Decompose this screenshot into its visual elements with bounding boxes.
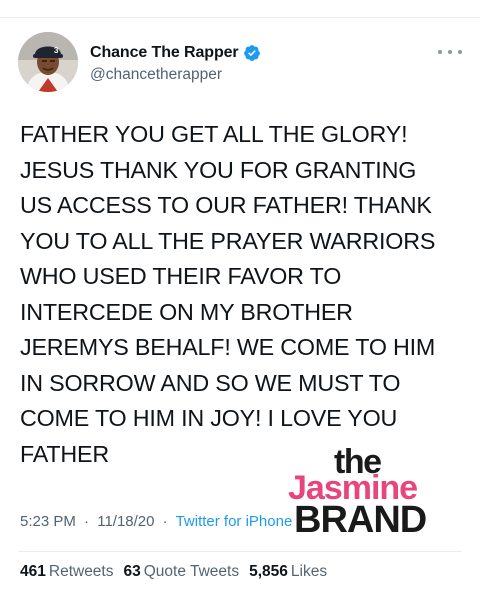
tweet-time[interactable]: 5:23 PM xyxy=(20,513,76,530)
likes-stat[interactable]: 5,856 Likes xyxy=(249,563,327,581)
watermark-brand: BRAND xyxy=(294,499,427,541)
dot xyxy=(458,50,462,54)
top-divider xyxy=(0,17,480,18)
stats-divider xyxy=(18,551,462,552)
tweet-text: FATHER YOU GET ALL THE GLORY! JESUS THAN… xyxy=(20,117,460,472)
tweet-source-link[interactable]: Twitter for iPhone xyxy=(176,513,293,530)
tweet-line: JEREMYS BEHALF! WE COME TO HIM xyxy=(20,334,436,360)
retweets-stat[interactable]: 461 Retweets xyxy=(20,563,114,581)
dot xyxy=(438,50,442,54)
verified-badge-icon xyxy=(243,45,260,61)
tweet-meta: 5:23 PM · 11/18/20 · Twitter for iPhone xyxy=(20,513,292,530)
tweet-line: JESUS THANK YOU FOR GRANTING xyxy=(20,156,417,183)
likes-label: Likes xyxy=(290,563,328,580)
name-row: Chance The Rapper xyxy=(90,44,261,62)
tweet-line: US ACCESS TO OUR FATHER! THANK xyxy=(20,192,432,218)
quote-tweets-count: 63 xyxy=(123,563,141,580)
avatar[interactable]: 3 xyxy=(18,32,78,92)
handle[interactable]: @chancetherapper xyxy=(90,66,222,84)
quote-tweets-label: Quote Tweets xyxy=(143,563,240,580)
tweet-line: FATHER xyxy=(20,440,109,467)
watermark-jasmine: Jasmine xyxy=(288,469,418,507)
tweet-stats: 461 Retweets 63 Quote Tweets 5,856 Likes xyxy=(20,563,337,581)
likes-count: 5,856 xyxy=(249,563,288,580)
tweet-line: WHO USED THEIR FAVOR TO xyxy=(20,263,342,289)
retweets-label: Retweets xyxy=(48,563,114,580)
more-options-icon[interactable] xyxy=(438,46,462,58)
tweet-date[interactable]: 11/18/20 xyxy=(97,513,154,530)
quote-tweets-stat[interactable]: 63 Quote Tweets xyxy=(124,563,240,581)
svg-text:3: 3 xyxy=(54,46,59,55)
display-name[interactable]: Chance The Rapper xyxy=(90,44,239,62)
tweet-line: FATHER YOU GET ALL THE GLORY! xyxy=(20,121,408,147)
tweet-header: 3 Chance The Rapper @chancetherapper xyxy=(18,32,462,94)
meta-separator: · xyxy=(162,513,168,530)
retweets-count: 461 xyxy=(20,563,46,580)
tweet-line: COME TO HIM IN JOY! I LOVE YOU xyxy=(20,405,398,431)
tweet-line: IN SORROW AND SO WE MUST TO xyxy=(20,369,401,396)
dot xyxy=(448,50,452,54)
meta-separator: · xyxy=(84,513,90,530)
tweet-line: INTERCEDE ON MY BROTHER xyxy=(20,298,353,325)
tweet-line: YOU TO ALL THE PRAYER WARRIORS xyxy=(20,227,436,254)
avatar-photo: 3 xyxy=(18,32,78,92)
